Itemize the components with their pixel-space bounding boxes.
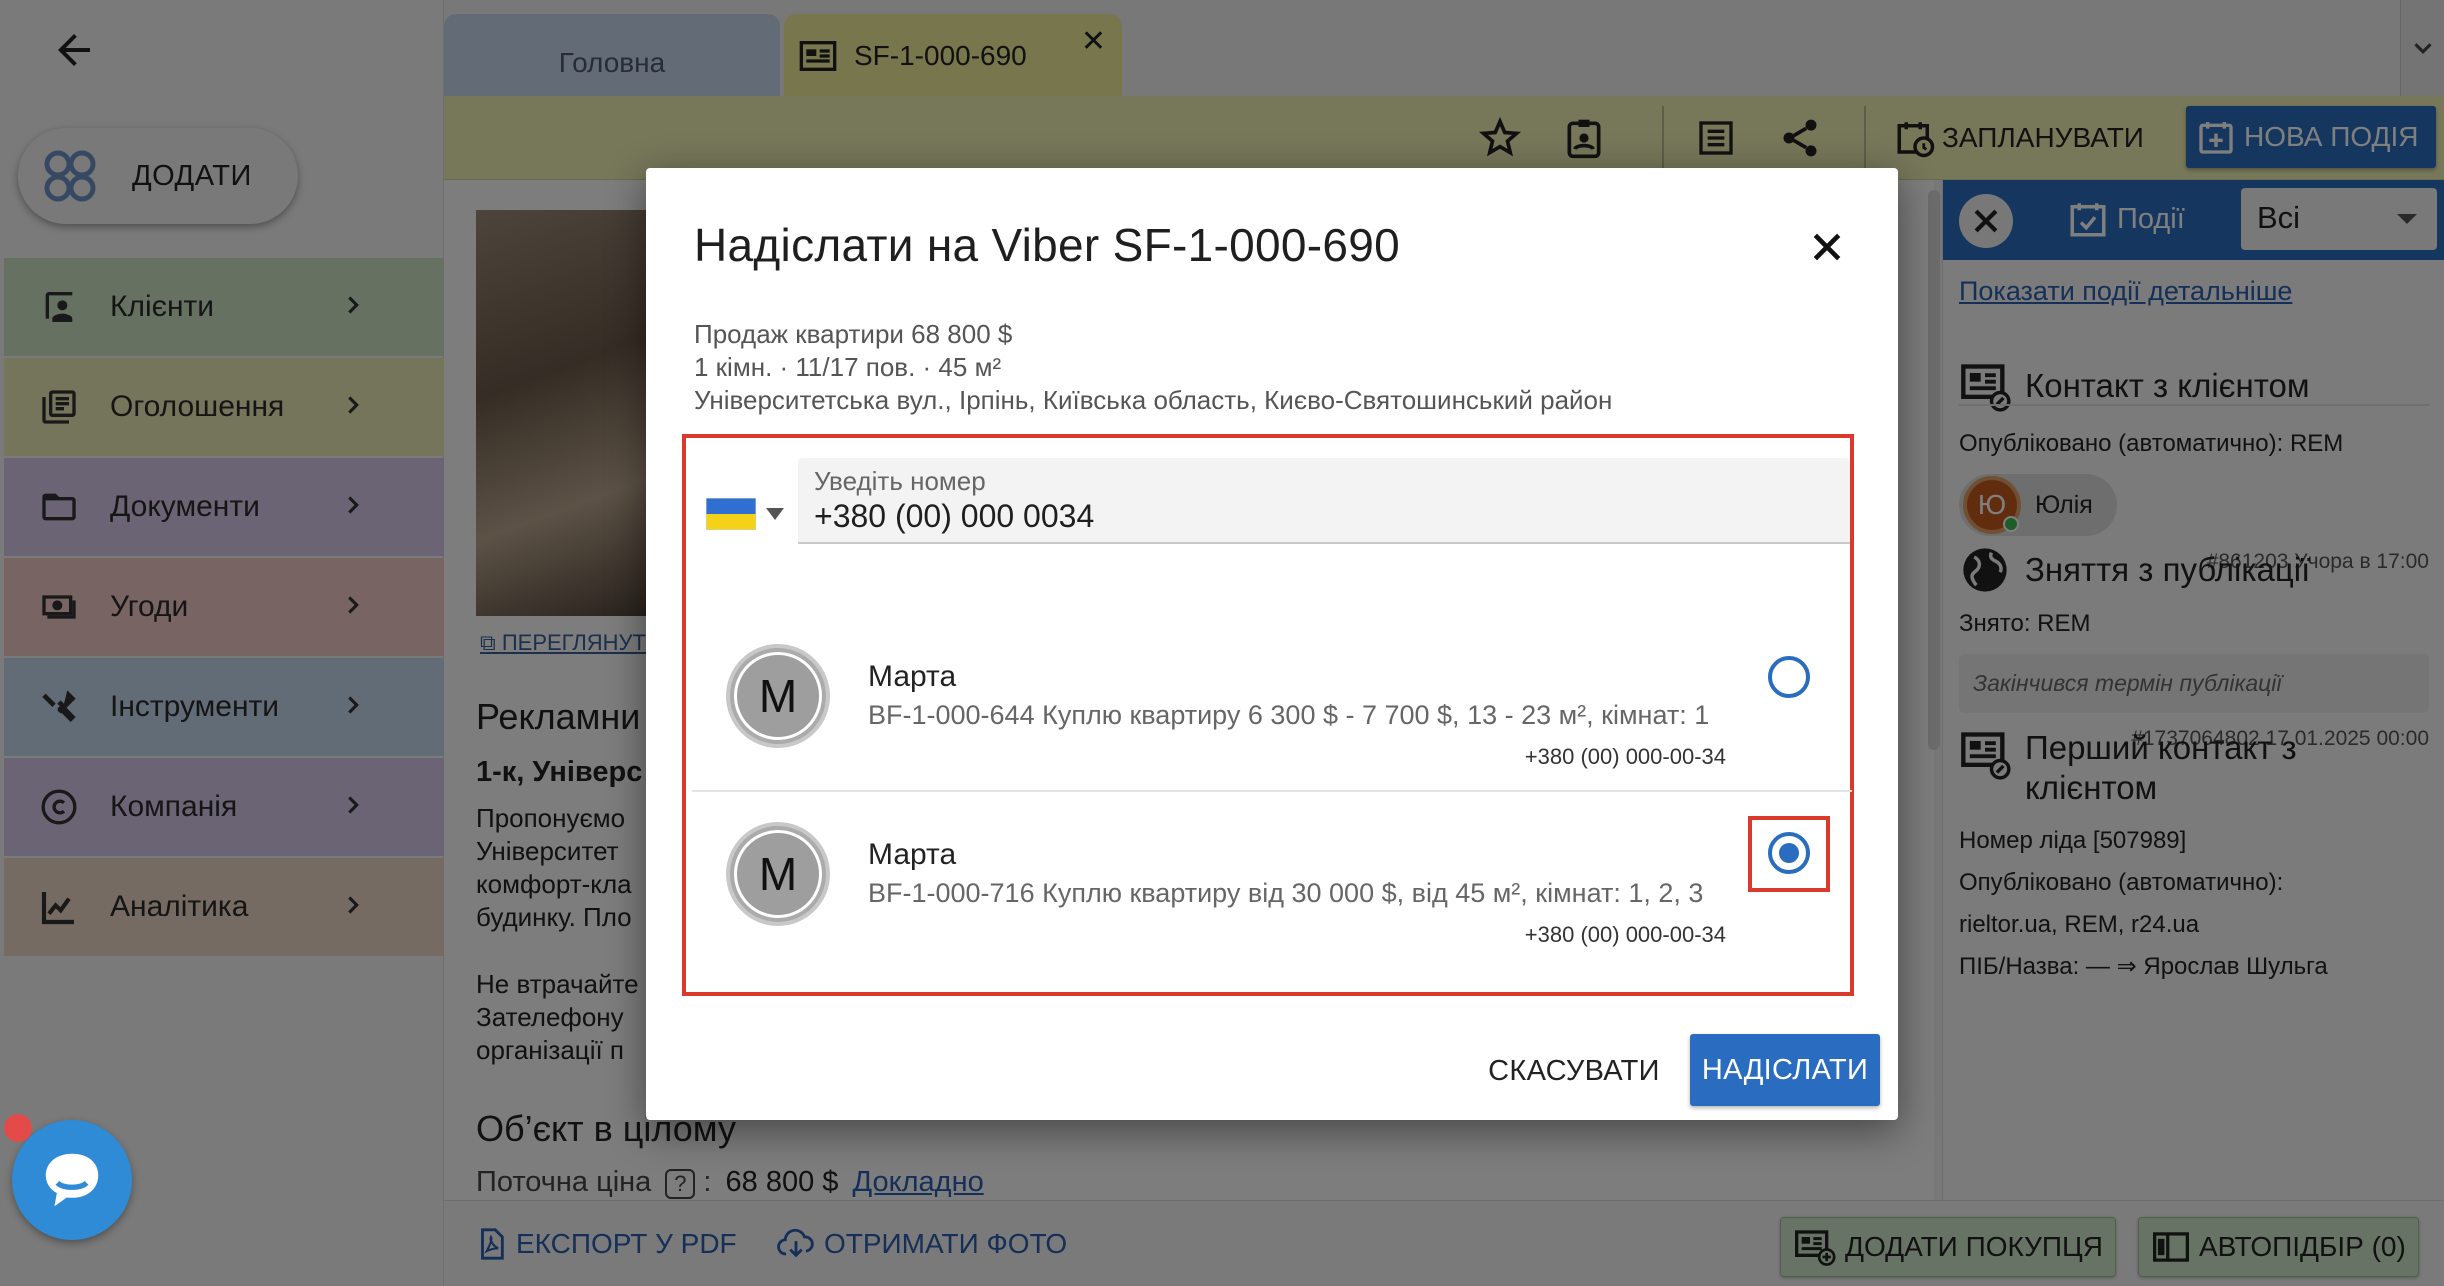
listing-summary: Продаж квартири 68 800 $ 1 кімн. · 11/17… (694, 318, 1612, 417)
dropdown-caret-icon (766, 508, 784, 520)
send-viber-dialog: Надіслати на Viber SF-1-000-690 Продаж к… (646, 168, 1898, 1120)
contact-avatar: М (726, 644, 830, 748)
contact-avatar-initial: М (734, 652, 822, 740)
recipient-highlight: Уведіть номер М Марта BF-1-000-644 Куплю… (682, 434, 1854, 996)
contact-request: BF-1-000-644 Куплю квартиру 6 300 $ - 7 … (868, 700, 1710, 730)
contact-request: BF-1-000-716 Куплю квартиру від 30 000 $… (868, 878, 1704, 908)
app-page: ДОДАТИ Клієнти Оголошення Документи Угод… (0, 0, 2444, 1286)
contact-option[interactable]: М Марта BF-1-000-644 Куплю квартиру 6 30… (692, 614, 1852, 790)
send-button[interactable]: НАДІСЛАТИ (1690, 1034, 1880, 1106)
contact-avatar-initial: М (734, 830, 822, 918)
contact-radio[interactable] (1768, 656, 1810, 698)
ukraine-flag-icon (706, 498, 756, 530)
listing-summary-params: 1 кімн. · 11/17 пов. · 45 м² (694, 352, 1002, 382)
contact-option[interactable]: М Марта BF-1-000-716 Куплю квартиру від … (692, 790, 1852, 966)
contact-name: Марта (868, 660, 957, 693)
listing-summary-address: Університетська вул., Ірпінь, Київська о… (694, 385, 1613, 415)
notification-dot (4, 1114, 32, 1142)
cancel-button[interactable]: СКАСУВАТИ (1484, 1036, 1664, 1106)
chat-bubble-icon (45, 1153, 99, 1207)
contact-name: Марта (868, 838, 957, 871)
phone-field[interactable]: Уведіть номер (798, 458, 1850, 544)
dialog-title: Надіслати на Viber SF-1-000-690 (694, 219, 1401, 271)
contact-avatar: М (726, 822, 830, 926)
contact-phone: +380 (00) 000-00-34 (1524, 922, 1726, 947)
phone-input[interactable] (814, 498, 1714, 535)
contact-phone: +380 (00) 000-00-34 (1524, 744, 1726, 769)
selected-radio-highlight (1748, 816, 1830, 892)
close-icon[interactable] (1802, 222, 1852, 272)
phone-input-row: Уведіть номер (700, 458, 1850, 544)
chat-button[interactable] (12, 1120, 132, 1240)
phone-field-label: Уведіть номер (814, 466, 986, 496)
listing-summary-price: Продаж квартири 68 800 $ (694, 319, 1013, 349)
